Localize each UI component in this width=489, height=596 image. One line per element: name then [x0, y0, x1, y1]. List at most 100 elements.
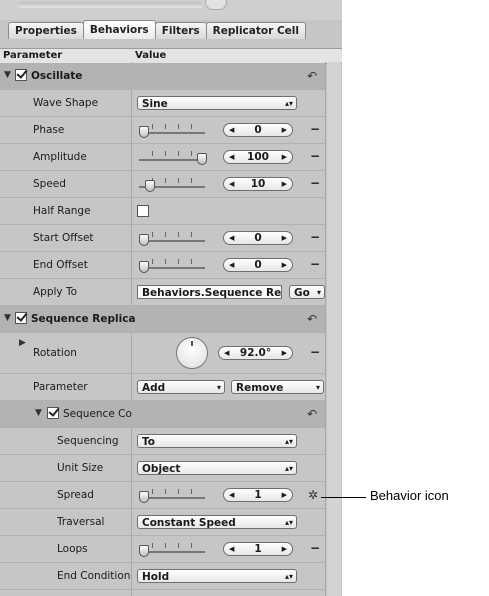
rotation-stepper[interactable]: ◀ 92.0° ▶: [218, 346, 293, 360]
slider-thumb[interactable]: [139, 491, 149, 503]
speed-stepper[interactable]: ◀ 10 ▶: [223, 177, 293, 191]
go-popup[interactable]: Go ▾: [289, 285, 325, 299]
spread-row: Spread ◀ 1 ▶ ✲: [0, 482, 325, 509]
disclosure-open-icon[interactable]: ▼: [4, 70, 11, 80]
remove-param-button[interactable]: −: [310, 176, 320, 190]
slider-track: [139, 159, 205, 161]
tab-filters[interactable]: Filters: [154, 22, 207, 39]
oscillate-enable-checkbox[interactable]: [15, 69, 27, 81]
slider-tick: [165, 489, 166, 494]
amplitude-slider[interactable]: [137, 149, 207, 165]
sequence-control-group-row: ▼ Sequence Co ↶: [0, 401, 325, 428]
right-divider: [325, 62, 326, 596]
loops-stepper[interactable]: ◀ 1 ▶: [223, 542, 293, 556]
apply-to-field[interactable]: Behaviors.Sequence Replica: [137, 285, 282, 299]
half-range-checkbox[interactable]: [137, 205, 149, 217]
chevron-down-icon: ▾: [315, 383, 320, 392]
remove-param-button[interactable]: −: [310, 541, 320, 555]
half-range-row: Half Range: [0, 198, 325, 225]
sequence-replicator-enable-checkbox[interactable]: [15, 312, 27, 324]
start-offset-label: Start Offset: [33, 232, 94, 244]
slider-tick: [152, 151, 153, 156]
oscillate-group-row: ▼ Oscillate ↶: [0, 63, 325, 90]
reset-icon[interactable]: ↶: [307, 407, 317, 421]
amplitude-stepper[interactable]: ◀ 100 ▶: [223, 150, 293, 164]
phase-stepper[interactable]: ◀ 0 ▶: [223, 123, 293, 137]
behavior-icon[interactable]: ✲: [308, 488, 318, 502]
start-offset-stepper[interactable]: ◀ 0 ▶: [223, 231, 293, 245]
wave-shape-label: Wave Shape: [33, 97, 99, 109]
end-offset-label: End Offset: [33, 259, 88, 271]
slider-tick: [165, 232, 166, 237]
reset-icon[interactable]: ↶: [307, 312, 317, 326]
slider-thumb[interactable]: [139, 234, 149, 246]
slider-thumb[interactable]: [144, 180, 155, 192]
scrollbar[interactable]: [327, 62, 341, 596]
remove-param-button[interactable]: −: [310, 345, 320, 359]
tab-replicator-cell[interactable]: Replicator Cell: [205, 22, 306, 39]
wave-shape-row: Wave Shape Sine ▴▾: [0, 90, 325, 117]
popup-arrows-icon: ▴▾: [284, 437, 293, 446]
remove-parameter-popup[interactable]: Remove ▾: [231, 380, 324, 394]
traversal-popup[interactable]: Constant Speed ▴▾: [137, 515, 297, 529]
remove-param-button[interactable]: −: [310, 149, 320, 163]
slider-tick: [178, 124, 179, 129]
end-condition-label: End Condition: [57, 570, 131, 582]
tab-behaviors[interactable]: Behaviors: [82, 20, 156, 39]
slider-tick: [191, 489, 192, 494]
speed-slider[interactable]: [137, 176, 207, 192]
phase-slider[interactable]: [137, 122, 207, 138]
slider-tick: [165, 178, 166, 183]
tab-properties[interactable]: Properties: [8, 22, 84, 39]
slider-tick: [165, 151, 166, 156]
sequence-replicator-title: Sequence Replica: [31, 313, 136, 325]
remove-param-button[interactable]: −: [310, 122, 320, 136]
reset-icon[interactable]: ↶: [307, 69, 317, 83]
rotation-label: Rotation: [33, 347, 77, 359]
slider-thumb[interactable]: [197, 153, 207, 165]
sequencing-popup[interactable]: To ▴▾: [137, 434, 297, 448]
add-parameter-popup[interactable]: Add ▾: [137, 380, 225, 394]
slider-tick: [191, 124, 192, 129]
sequence-control-title: Sequence Co: [63, 408, 132, 420]
parameter-column-header: Parameter: [3, 50, 63, 61]
parameter-label: Parameter: [33, 381, 88, 393]
column-header: Parameter Value: [0, 48, 342, 64]
chevron-down-icon: ▾: [316, 288, 321, 297]
spread-slider[interactable]: [137, 487, 207, 503]
slider-tick: [152, 259, 153, 264]
traversal-row: Traversal Constant Speed ▴▾: [0, 509, 325, 536]
loops-slider[interactable]: [137, 541, 207, 557]
slider-tick: [178, 543, 179, 548]
start-offset-slider[interactable]: [137, 230, 207, 246]
disclosure-open-icon[interactable]: ▼: [4, 313, 11, 323]
callout-label: Behavior icon: [370, 488, 449, 503]
slider-thumb[interactable]: [139, 545, 149, 557]
popup-arrows-icon: ▴▾: [284, 518, 293, 527]
end-offset-stepper[interactable]: ◀ 0 ▶: [223, 258, 293, 272]
loops-row: Loops ◀ 1 ▶ −: [0, 536, 325, 563]
end-condition-popup[interactable]: Hold ▴▾: [137, 569, 297, 583]
wave-shape-popup[interactable]: Sine ▴▾: [137, 96, 297, 110]
sequence-control-enable-checkbox[interactable]: [47, 407, 59, 419]
slider-tick: [191, 178, 192, 183]
phase-label: Phase: [33, 124, 65, 136]
disclosure-closed-icon[interactable]: ▶: [19, 338, 26, 348]
apply-to-row: Apply To Behaviors.Sequence Replica Go▾: [0, 279, 325, 306]
disclosure-open-icon[interactable]: ▼: [35, 408, 42, 418]
rotation-dial[interactable]: [176, 337, 208, 369]
end-offset-slider[interactable]: [137, 257, 207, 273]
remove-param-button[interactable]: −: [310, 257, 320, 271]
slider-tick: [178, 489, 179, 494]
parameter-row: Parameter Add ▾ Remove ▾: [0, 374, 325, 401]
unit-size-popup[interactable]: Object ▴▾: [137, 461, 297, 475]
slider-thumb[interactable]: [139, 261, 149, 273]
traversal-label: Traversal: [57, 516, 105, 528]
phase-row: Phase ◀ 0 ▶ −: [0, 117, 325, 144]
remove-param-button[interactable]: −: [310, 230, 320, 244]
spread-stepper[interactable]: ◀ 1 ▶: [223, 488, 293, 502]
top-slider-knob[interactable]: [205, 0, 227, 10]
slider-thumb[interactable]: [139, 126, 149, 138]
popup-arrows-icon: ▴▾: [284, 572, 293, 581]
sequencing-row: Sequencing To ▴▾: [0, 428, 325, 455]
